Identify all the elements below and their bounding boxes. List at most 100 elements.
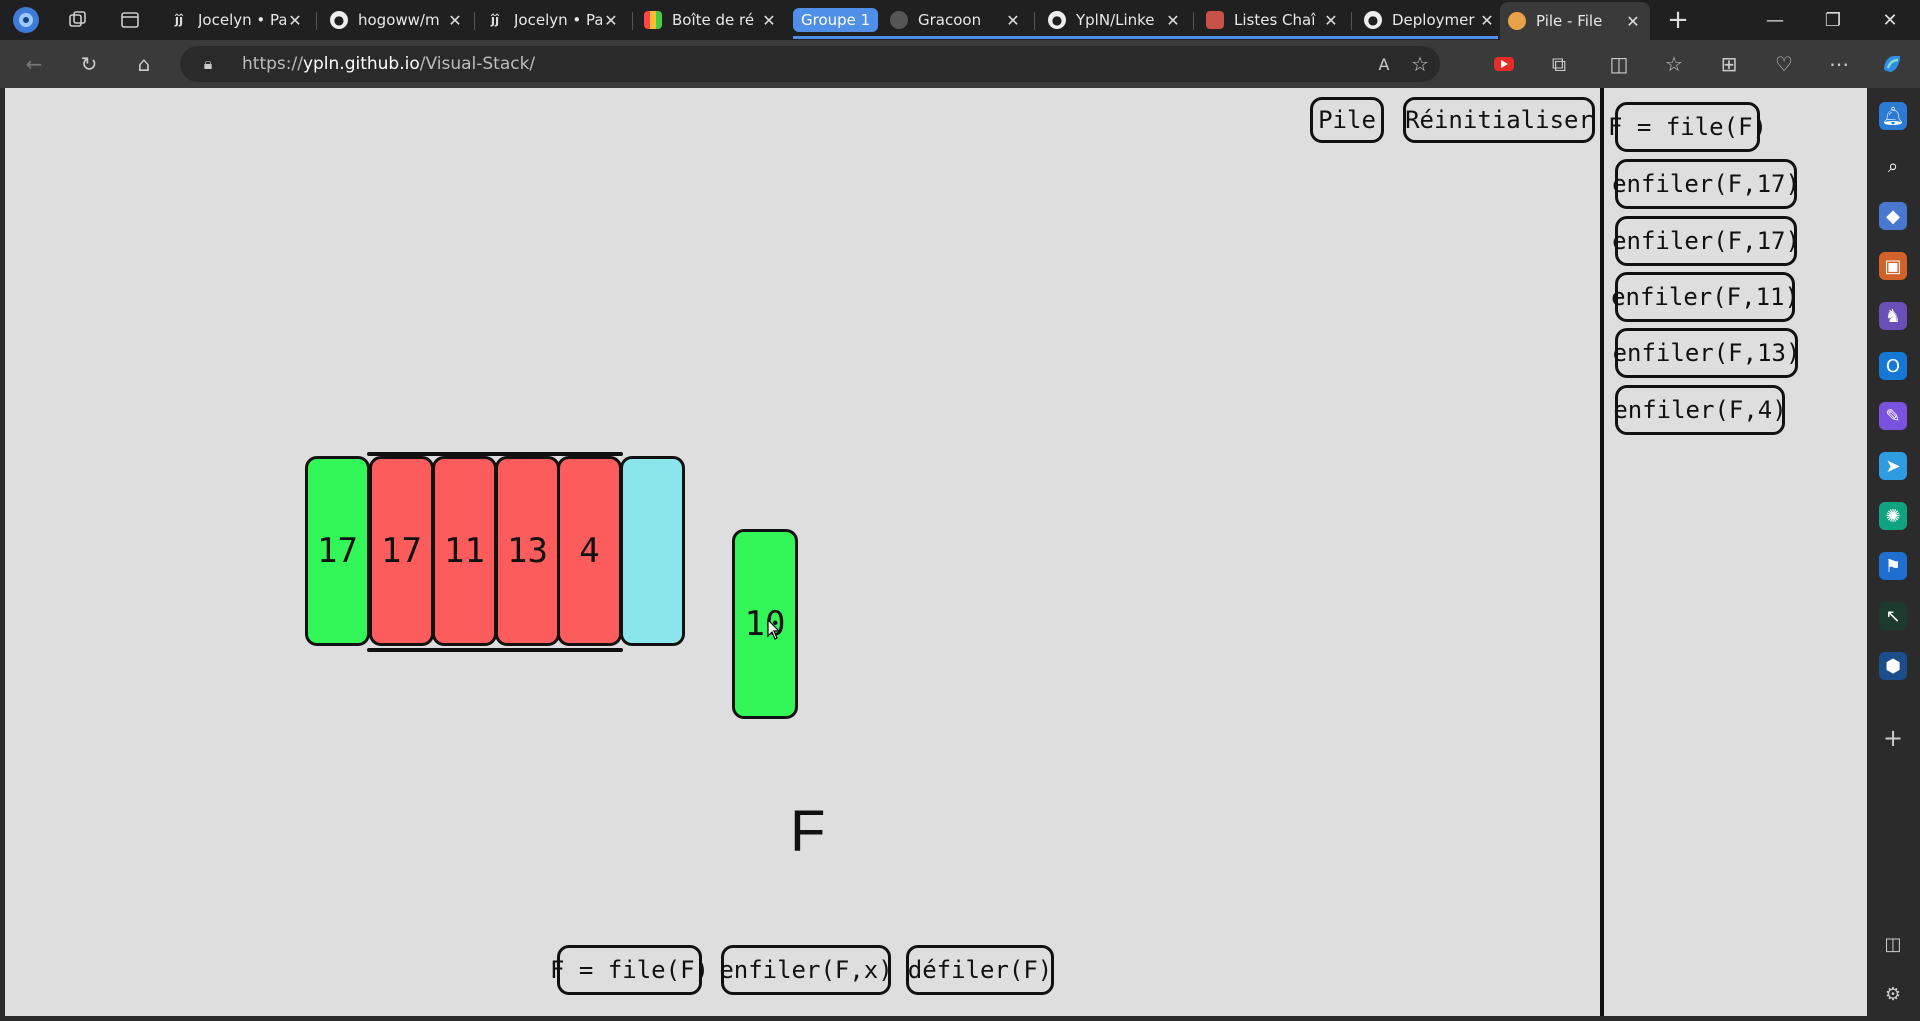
address-bar[interactable]: 🔒︎ https://ypln.github.io/Visual-Stack/ … (180, 46, 1440, 82)
close-icon[interactable]: ✕ (1322, 11, 1340, 30)
notifications-icon[interactable]: 🔔︎ (1879, 102, 1907, 130)
games-icon[interactable]: ♞ (1879, 302, 1907, 330)
flag-icon[interactable]: ⚑ (1879, 552, 1907, 580)
vertical-tabs-icon[interactable] (116, 6, 144, 34)
close-icon[interactable]: ✕ (1624, 12, 1642, 31)
tab-linked[interactable]: ● YplN/Linke ✕ (1040, 4, 1190, 36)
queue-cell: 17 (369, 456, 434, 646)
hex-app-icon[interactable]: ⬢ (1879, 652, 1907, 680)
pancake-icon (1508, 12, 1526, 30)
browser-profile-icon[interactable] (12, 6, 40, 34)
tab-deployment[interactable]: ● Deploymer ✕ (1356, 4, 1504, 36)
tab-jocelyn-1[interactable]: ĵĵ Jocelyn • Pa ✕ (162, 4, 312, 36)
tab-separator (1034, 12, 1035, 30)
tab-listes[interactable]: Listes Chaî ✕ (1198, 4, 1348, 36)
sidebar-settings-gear-icon[interactable]: ⚙ (1879, 980, 1907, 1008)
history-item[interactable]: enfiler(F,17) (1612, 216, 1800, 266)
queue-name-label: F (790, 799, 826, 864)
url-text[interactable]: https://ypln.github.io/Visual-Stack/ (242, 54, 535, 74)
tab-label: YplN/Linke (1076, 11, 1155, 29)
close-icon[interactable]: ✕ (286, 11, 304, 30)
history-item[interactable]: enfiler(F,11) (1611, 272, 1799, 322)
tab-label: Deploymer (1392, 11, 1475, 29)
tab-boite[interactable]: Boîte de ré ✕ (636, 4, 786, 36)
tab-pile-file[interactable]: Pile - File ✕ (1500, 2, 1650, 40)
workspaces-icon[interactable] (64, 6, 92, 34)
lock-icon[interactable]: 🔒︎ (194, 50, 222, 78)
chatgpt-icon[interactable]: ✺ (1879, 502, 1907, 530)
outlook-icon[interactable]: O (1879, 352, 1907, 380)
tab-separator (1193, 12, 1194, 30)
browser-toolbar: ← ↻ ⌂ 🔒︎ https://ypln.github.io/Visual-S… (0, 40, 1920, 88)
hide-sidebar-icon[interactable]: ◫ (1879, 930, 1907, 958)
tab-jocelyn-2[interactable]: ĵĵ Jocelyn • Pa ✕ (478, 4, 628, 36)
queue-cell: 13 (495, 456, 560, 646)
queue-cell-head: 17 (305, 456, 370, 646)
enqueue-button[interactable]: enfiler(F,x) (719, 945, 893, 995)
history-item[interactable]: enfiler(F,17) (1612, 159, 1800, 209)
close-icon[interactable]: ✕ (446, 11, 464, 30)
back-icon[interactable]: ← (20, 50, 48, 78)
minimize-icon[interactable]: — (1747, 0, 1803, 40)
add-sidebar-app-icon[interactable]: + (1879, 724, 1907, 752)
tab-separator (474, 12, 475, 30)
tab-label: Jocelyn • Pa (198, 11, 286, 29)
history-item[interactable]: F = file(F) (1608, 102, 1767, 152)
queue-cell: 11 (432, 456, 497, 646)
new-tab-icon[interactable]: + (1650, 0, 1706, 40)
search-icon[interactable]: ⌕ (1879, 152, 1907, 180)
close-icon[interactable]: ✕ (1164, 11, 1182, 30)
favorite-star-icon[interactable]: ☆ (1406, 50, 1434, 78)
tab-label: Jocelyn • Pa (514, 11, 602, 29)
reset-button[interactable]: Réinitialiser (1403, 97, 1595, 143)
read-aloud-icon[interactable]: A (1370, 50, 1398, 78)
jj-icon: ĵĵ (174, 13, 184, 27)
page-content: Pile Réinitialiser 17 17 11 13 4 10 F F … (5, 88, 1867, 1016)
url-prefix: https:// (242, 54, 303, 74)
close-icon[interactable]: ✕ (760, 11, 778, 30)
mouse-cursor-icon (767, 619, 781, 640)
queue-bottom-rail (367, 648, 623, 652)
window-close-icon[interactable]: ✕ (1862, 0, 1918, 40)
collections-icon[interactable]: ⊞ (1715, 50, 1743, 78)
tab-hogoww[interactable]: ● hogoww/m ✕ (322, 4, 472, 36)
more-menu-icon[interactable]: ⋯ (1825, 50, 1853, 78)
jj-icon: ĵĵ (490, 13, 500, 27)
forms-icon (644, 11, 662, 29)
history-sidebar-divider (1600, 88, 1604, 1016)
slides-icon (1206, 11, 1224, 29)
tab-separator (1351, 12, 1352, 30)
edge-sidebar: 🔔︎ ⌕ ◆ ▣ ♞ O ✎ ➤ ✺ ⚑ ↖ ⬢ + ◫ ⚙ (1867, 88, 1920, 1021)
tab-group-underline (793, 36, 1498, 39)
tab-group-label[interactable]: Groupe 1 (793, 8, 879, 32)
favorites-icon[interactable]: ☆ (1660, 50, 1688, 78)
refresh-icon[interactable]: ↻ (75, 50, 103, 78)
close-icon[interactable]: ✕ (602, 11, 620, 30)
telegram-icon[interactable]: ➤ (1879, 452, 1907, 480)
pile-button[interactable]: Pile (1310, 97, 1384, 143)
extension-video-icon[interactable] (1490, 50, 1518, 78)
home-icon[interactable]: ⌂ (130, 50, 158, 78)
browser-essentials-icon[interactable]: ♡ (1770, 50, 1798, 78)
history-item[interactable]: enfiler(F,13) (1613, 328, 1800, 378)
floating-element[interactable]: 10 (732, 529, 798, 719)
close-icon[interactable]: ✕ (1004, 11, 1022, 30)
github-icon: ● (1364, 11, 1382, 29)
queue-cell-tail-empty (620, 456, 685, 646)
tools-icon[interactable]: ▣ (1879, 252, 1907, 280)
history-item[interactable]: enfiler(F,4) (1613, 385, 1787, 435)
designer-icon[interactable]: ✎ (1879, 402, 1907, 430)
close-icon[interactable]: ✕ (1478, 11, 1496, 30)
url-path: /Visual-Stack/ (419, 54, 536, 74)
shopping-tag-icon[interactable]: ◆ (1879, 202, 1907, 230)
restore-icon[interactable]: ❐ (1805, 0, 1861, 40)
tab-label: hogoww/m (358, 11, 440, 29)
copilot-icon[interactable] (1878, 50, 1906, 78)
extensions-icon[interactable]: ⧉ (1545, 50, 1573, 78)
cursor-app-icon[interactable]: ↖ (1879, 602, 1907, 630)
tab-gracoon[interactable]: Gracoon ✕ (882, 4, 1030, 36)
browser-tab-strip: ĵĵ Jocelyn • Pa ✕ ● hogoww/m ✕ ĵĵ Jocely… (0, 0, 1920, 40)
create-queue-button[interactable]: F = file(F) (550, 945, 709, 995)
dequeue-button[interactable]: défiler(F) (906, 945, 1054, 995)
split-screen-icon[interactable]: ◫ (1605, 50, 1633, 78)
